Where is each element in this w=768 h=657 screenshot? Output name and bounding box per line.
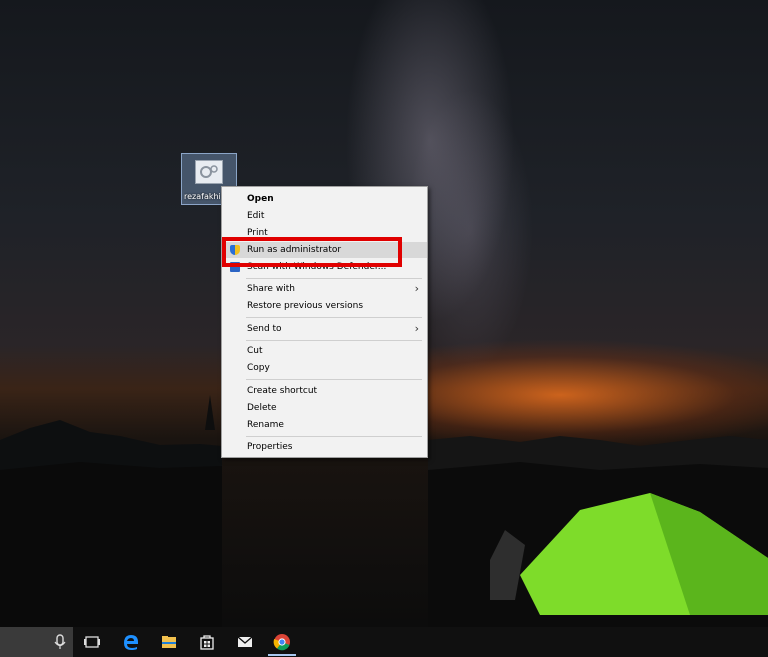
settings-gear-icon	[195, 160, 223, 184]
menu-item-label: Open	[247, 194, 274, 204]
context-menu: Open Edit Print Run as administrator Sca…	[221, 186, 428, 458]
taskbar	[0, 627, 768, 657]
store-icon[interactable]	[198, 633, 216, 651]
menu-item-edit[interactable]: Edit	[222, 208, 427, 224]
menu-item-label: Share with	[247, 284, 295, 294]
chevron-right-icon: ›	[414, 282, 419, 295]
menu-item-label: Rename	[247, 420, 284, 430]
menu-separator	[246, 436, 422, 437]
menu-item-share-with[interactable]: Share with ›	[222, 281, 427, 297]
menu-separator	[246, 278, 422, 279]
file-explorer-icon[interactable]	[160, 633, 178, 651]
cortana-search-box[interactable]	[0, 627, 73, 657]
menu-separator	[246, 379, 422, 380]
menu-item-create-shortcut[interactable]: Create shortcut	[222, 383, 427, 399]
menu-item-label: Delete	[247, 403, 277, 413]
microphone-icon[interactable]	[51, 633, 69, 651]
chevron-right-icon: ›	[414, 322, 419, 335]
chrome-icon[interactable]	[273, 633, 291, 651]
menu-item-label: Send to	[247, 324, 282, 334]
edge-icon[interactable]	[122, 633, 140, 651]
menu-item-copy[interactable]: Copy	[222, 360, 427, 376]
task-view-icon[interactable]	[83, 633, 101, 651]
red-highlight-box	[222, 237, 402, 267]
active-app-indicator	[268, 654, 296, 656]
menu-item-properties[interactable]: Properties	[222, 439, 427, 455]
menu-item-label: Create shortcut	[247, 386, 318, 396]
menu-item-restore-previous-versions[interactable]: Restore previous versions	[222, 298, 427, 314]
menu-item-rename[interactable]: Rename	[222, 417, 427, 433]
menu-item-label: Restore previous versions	[247, 301, 364, 311]
menu-item-label: Properties	[247, 442, 293, 452]
menu-separator	[246, 340, 422, 341]
menu-item-delete[interactable]: Delete	[222, 400, 427, 416]
menu-item-open[interactable]: Open	[222, 191, 427, 207]
menu-item-cut[interactable]: Cut	[222, 343, 427, 359]
menu-item-label: Copy	[247, 363, 270, 373]
menu-item-label: Edit	[247, 211, 265, 221]
menu-separator	[246, 317, 422, 318]
mail-icon[interactable]	[236, 633, 254, 651]
menu-item-label: Cut	[247, 346, 263, 356]
menu-item-send-to[interactable]: Send to ›	[222, 321, 427, 337]
